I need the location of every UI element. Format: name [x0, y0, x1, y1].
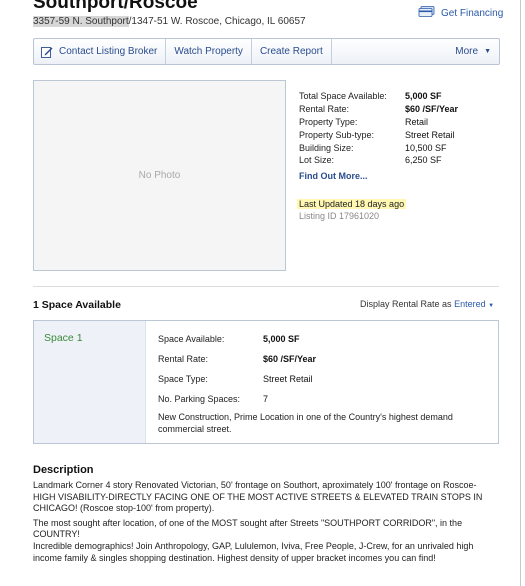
space-row-value: 5,000 SF	[263, 334, 300, 344]
listing-id: Listing ID 17961020	[299, 211, 380, 221]
description-paragraph: The most sought after location, of one o…	[33, 517, 474, 563]
fact-label: Rental Rate:	[299, 103, 350, 114]
space-row: Space Type: Street Retail	[158, 373, 316, 393]
fact-value: 6,250 SF	[405, 155, 442, 166]
display-rate-dropdown[interactable]: Entered ▼	[454, 299, 494, 309]
no-photo-label: No Photo	[138, 170, 181, 181]
fact-value: Street Retail	[405, 129, 455, 140]
display-rate-prefix: Display Rental Rate as	[360, 299, 452, 309]
get-financing-link[interactable]: Get Financing	[418, 6, 503, 21]
space-description: New Construction, Prime Location in one …	[158, 412, 453, 434]
property-photo-placeholder: No Photo	[33, 80, 286, 271]
caret-down-icon: ▼	[488, 303, 495, 309]
contact-broker-label: Contact Listing Broker	[59, 46, 158, 57]
fact-row: Property Type: Retail	[299, 116, 458, 129]
address-rest: /1347-51 W. Roscoe, Chicago, IL 60657	[128, 16, 306, 27]
space-row: Space Available: 5,000 SF	[158, 333, 316, 353]
contact-broker-button[interactable]: Contact Listing Broker	[34, 39, 167, 64]
get-financing-label: Get Financing	[441, 8, 504, 19]
more-menu-button[interactable]: More ▼	[447, 39, 499, 64]
page-title: Southport/Roscoe	[33, 0, 198, 13]
last-updated: Last Updated 18 days ago	[297, 199, 407, 209]
credit-card-icon	[418, 6, 435, 21]
display-rate-value: Entered	[454, 299, 486, 309]
fact-label: Building Size:	[299, 142, 354, 153]
address-highlighted: 3357-59 N. Southport	[33, 16, 129, 27]
description-header: Description	[33, 464, 94, 476]
fact-row: Total Space Available: 5,000 SF	[299, 90, 458, 103]
space-row-label: Space Type:	[158, 374, 208, 384]
fact-label: Property Sub-type:	[299, 129, 375, 140]
fact-value: 10,500 SF	[405, 142, 447, 153]
edit-icon	[41, 46, 53, 58]
spaces-header: 1 Space Available	[33, 299, 121, 311]
space-row-label: No. Parking Spaces:	[158, 394, 241, 404]
space-sidebar: Space 1	[34, 321, 146, 443]
listing-toolbar: Contact Listing Broker Watch Property Cr…	[33, 38, 500, 65]
space-row: No. Parking Spaces: 7	[158, 393, 316, 413]
description-paragraph: Landmark Corner 4 story Renovated Victor…	[33, 480, 483, 514]
fact-row: Lot Size: 6,250 SF	[299, 154, 458, 167]
page-right-border	[520, 0, 521, 586]
fact-row: Building Size: 10,500 SF	[299, 142, 458, 155]
fact-label: Lot Size:	[299, 155, 335, 166]
fact-row: Rental Rate: $60 /SF/Year	[299, 103, 458, 116]
property-address: 3357-59 N. Southport/1347-51 W. Roscoe, …	[33, 16, 306, 27]
more-label: More	[455, 46, 479, 57]
watch-property-button[interactable]: Watch Property	[166, 39, 252, 64]
space-row-label: Rental Rate:	[158, 354, 209, 364]
section-divider	[33, 286, 499, 287]
fact-value: 5,000 SF	[405, 91, 442, 101]
caret-down-icon: ▼	[484, 48, 491, 55]
space-row-label: Space Available:	[158, 334, 225, 344]
space-details: Space Available: 5,000 SF Rental Rate: $60…	[158, 333, 316, 413]
space-row-value: Street Retail	[263, 374, 313, 384]
space-row-value: $60 /SF/Year	[263, 354, 317, 364]
fact-row: Property Sub-type: Street Retail	[299, 129, 458, 142]
fact-value: Retail	[405, 116, 429, 127]
space-row: Rental Rate: $60 /SF/Year	[158, 353, 316, 373]
property-facts: Total Space Available: 5,000 SF Rental Ra…	[299, 90, 458, 167]
fact-label: Total Space Available:	[299, 91, 387, 101]
space-card: Space 1 Space Available: 5,000 SF Rental …	[33, 320, 499, 444]
create-report-button[interactable]: Create Report	[252, 39, 332, 64]
find-out-more-link[interactable]: Find Out More...	[299, 171, 368, 181]
fact-label: Property Type:	[299, 116, 358, 127]
display-rate-control: Display Rental Rate as Entered ▼	[360, 299, 494, 309]
fact-value: $60 /SF/Year	[405, 103, 459, 114]
space-name: Space 1	[44, 332, 83, 344]
description-body: Landmark Corner 4 story Renovated Victor…	[33, 480, 493, 567]
space-row-value: 7	[263, 394, 269, 404]
